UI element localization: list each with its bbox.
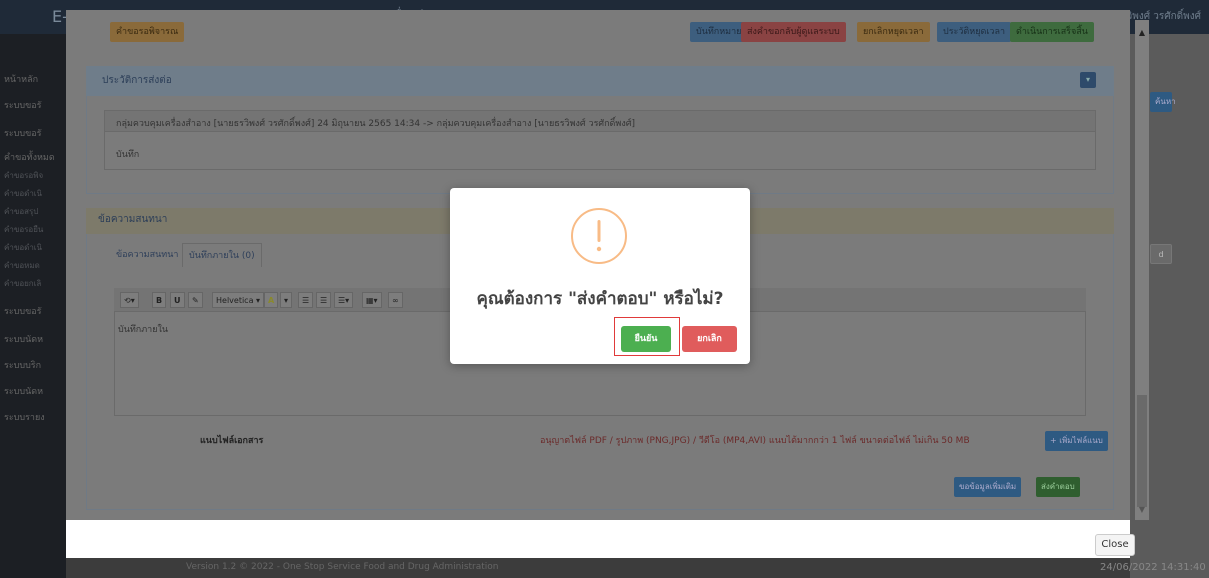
sidebar-sub-2[interactable]: คำขอสรุป (0, 202, 66, 222)
note-button[interactable]: บันทึกหมาย (690, 22, 748, 42)
confirm-button[interactable]: ยืนยัน (621, 326, 671, 352)
sidebar-sub-0[interactable]: คำขอรอพิจ (0, 166, 66, 186)
editor-content: บันทึกภายใน (118, 325, 169, 335)
scroll-up-icon[interactable]: ▲ (1136, 28, 1148, 40)
history-entry-text: กลุ่มควบคุมเครื่องสำอาง [นายธรวิพงศ์ วรศ… (116, 119, 635, 129)
sidebar-item-8[interactable]: ระบบรายง (0, 406, 66, 430)
close-button[interactable]: Close (1095, 534, 1135, 556)
sidebar-sub-5[interactable]: คำขอหมด (0, 256, 66, 276)
sidebar-item-4[interactable]: ระบบขอรั (0, 300, 66, 324)
sidebar-sub-1[interactable]: คำขอดำเนิ (0, 184, 66, 204)
history-title: ประวัติการส่งต่อ (102, 75, 172, 86)
dialog-message: คุณต้องการ "ส่งคำตอบ" หรือไม่? (476, 289, 724, 309)
tab-internal-notes[interactable]: บันทึกภายใน (0) (182, 243, 262, 267)
pause-history-button[interactable]: ประวัติหยุดเวลา (937, 22, 1012, 42)
underline-button[interactable]: U (170, 292, 185, 308)
numbered-list-icon[interactable]: ☰ (316, 292, 332, 308)
conversation-title: ข้อความสนทนา (98, 214, 168, 225)
bold-button[interactable]: B (152, 292, 167, 308)
sidebar-sub-4[interactable]: คำขอดำเนิ (0, 238, 66, 258)
text-color-button[interactable]: A (264, 292, 279, 308)
footer-version: Version 1.2 © 2022 - One Stop Service Fo… (186, 562, 499, 572)
history-note: บันทึก (116, 150, 140, 160)
sidebar-sub-6[interactable]: คำขอยกเลิ (0, 274, 66, 294)
sidebar-item-1[interactable]: ระบบขอรั (0, 94, 66, 118)
undo-icon[interactable]: ⟲▾ (120, 292, 139, 308)
more-info-button[interactable]: ขอข้อมูลเพิ่มเติม (954, 477, 1022, 497)
send-reply-button[interactable]: ส่งคำตอบ (1036, 477, 1080, 497)
sidebar-sub-3[interactable]: คำขอรอยืน (0, 220, 66, 240)
sidebar-item-home[interactable]: หน้าหลัก (0, 68, 66, 92)
sidebar-item-2[interactable]: ระบบขอรั (0, 122, 66, 146)
tab-conversation[interactable]: ข้อความสนทนา (110, 243, 184, 267)
complete-button[interactable]: ดำเนินการเสร็จสิ้น (1010, 22, 1094, 42)
cancel-pause-button[interactable]: ยกเลิกหยุดเวลา (857, 22, 930, 42)
warning-icon (571, 208, 627, 264)
bg-button[interactable]: d (1150, 244, 1172, 264)
scroll-thumb[interactable] (1137, 395, 1147, 507)
modal-footer (66, 520, 1130, 558)
add-file-button[interactable]: + เพิ่มไฟล์แนบ (1045, 431, 1108, 451)
color-dropdown-icon[interactable]: ▾ (280, 292, 293, 308)
bullet-list-icon[interactable]: ☰ (298, 292, 314, 308)
cancel-button[interactable]: ยกเลิก (682, 326, 737, 352)
collapse-toggle-icon[interactable]: ▾ (1080, 72, 1096, 88)
history-panel-header (86, 66, 1114, 96)
attach-label: แนบไฟล์เอกสาร (200, 436, 264, 446)
scroll-down-icon[interactable]: ▼ (1136, 505, 1148, 517)
search-button-bg[interactable]: ค้นหา (1150, 92, 1176, 112)
align-icon[interactable]: ☰▾ (334, 292, 354, 308)
table-icon[interactable]: ▦▾ (362, 292, 382, 308)
font-select[interactable]: Helvetica ▾ (212, 292, 265, 308)
sidebar-item-6[interactable]: ระบบบริก (0, 354, 66, 378)
attach-note: อนุญาตไฟล์ PDF / รูปภาพ (PNG,JPG) / วีดี… (540, 436, 970, 446)
status-button[interactable]: คำขอรอพิจารณ (110, 22, 185, 42)
footer-time: 24/06/2022 14:31:40 (1100, 562, 1206, 573)
sidebar-item-7[interactable]: ระบบนัดห (0, 380, 66, 404)
sidebar-item-5[interactable]: ระบบนัดห (0, 328, 66, 352)
link-icon[interactable]: ∞ (388, 292, 403, 308)
return-admin-button[interactable]: ส่งคำขอกลับผู้ดูแลระบบ (741, 22, 846, 42)
eraser-icon[interactable]: ✎ (188, 292, 203, 308)
